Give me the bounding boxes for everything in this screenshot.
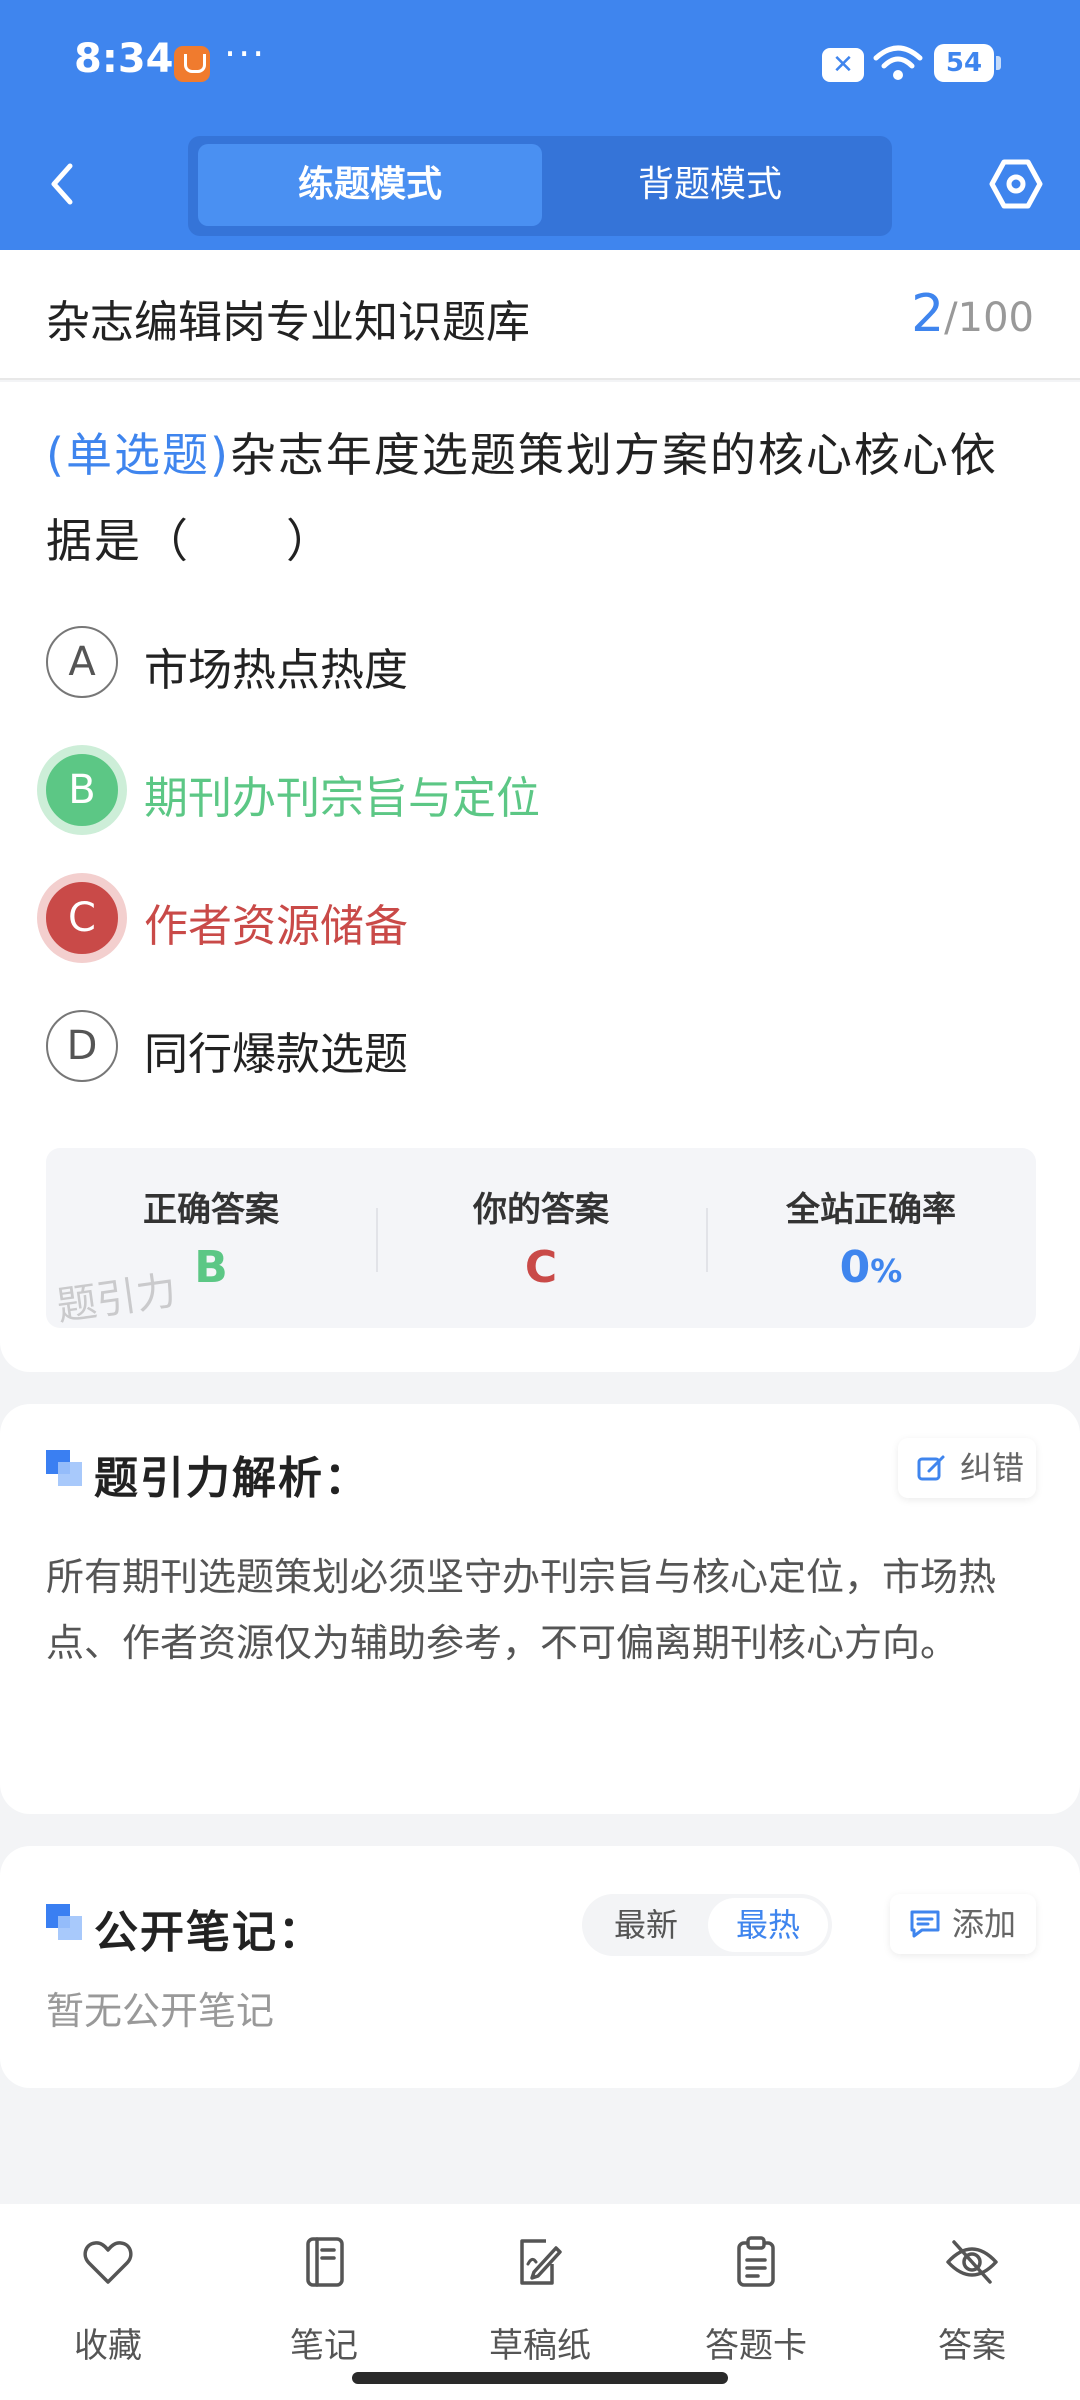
add-note-label: 添加 bbox=[952, 1905, 1017, 1943]
back-arrow-icon[interactable] bbox=[36, 156, 92, 212]
notes-empty-state: 暂无公开笔记 bbox=[46, 1989, 275, 2033]
heart-icon bbox=[83, 2241, 133, 2284]
option-a[interactable]: A 市场热点热度 bbox=[46, 626, 1026, 702]
status-bar: 8:34 ··· ✕ 54 bbox=[0, 0, 1080, 125]
option-letter: A bbox=[46, 626, 118, 698]
analysis-card: 题引力解析： 纠错 所有期刊选题策划必须坚守办刊宗旨与核心定位，市场热点、作者资… bbox=[0, 1404, 1080, 1814]
notes-title: 公开笔记： bbox=[94, 1907, 324, 1958]
accuracy-value: 0% bbox=[706, 1242, 1036, 1293]
nav-answer-sheet-label: 答题卡 bbox=[705, 2326, 807, 2366]
question-progress[interactable]: 2/100 bbox=[911, 284, 1034, 344]
option-letter: C bbox=[46, 882, 118, 954]
correct-answer-label: 正确答案 bbox=[143, 1190, 279, 1230]
app-header: 8:34 ··· ✕ 54 练题模式 背题模式 bbox=[0, 0, 1080, 250]
home-indicator[interactable] bbox=[352, 2372, 728, 2384]
question-type: (单选题) bbox=[46, 428, 230, 482]
bottom-toolbar: 收藏 笔记 草稿纸 答题卡 答案 bbox=[0, 2204, 1080, 2400]
draft-icon bbox=[520, 2239, 562, 2285]
tab-memorize-mode[interactable]: 背题模式 bbox=[538, 144, 882, 226]
edit-icon bbox=[917, 1455, 945, 1481]
notebook-icon bbox=[306, 2237, 344, 2287]
option-text: 期刊办刊宗旨与定位 bbox=[144, 773, 540, 824]
current-question-number: 2 bbox=[911, 284, 945, 344]
option-b[interactable]: B 期刊办刊宗旨与定位 bbox=[46, 754, 1026, 830]
taobao-notification-icon bbox=[174, 46, 210, 82]
status-time: 8:34 bbox=[74, 36, 174, 82]
correct-answer-value: B bbox=[194, 1242, 228, 1293]
report-error-button[interactable]: 纠错 bbox=[898, 1438, 1036, 1498]
accuracy-label: 全站正确率 bbox=[786, 1190, 956, 1230]
section-squares-icon bbox=[46, 1450, 82, 1486]
comment-icon bbox=[910, 1910, 940, 1938]
option-d[interactable]: D 同行爆款选题 bbox=[46, 1010, 1026, 1086]
question-stem: (单选题)杂志年度选题策划方案的核心核心依据是（ ） bbox=[46, 412, 1036, 584]
sim-blocked-icon: ✕ bbox=[822, 48, 864, 82]
section-squares-icon bbox=[46, 1904, 82, 1940]
nav-draft-paper[interactable]: 草稿纸 bbox=[432, 2226, 648, 2366]
question-card: (单选题)杂志年度选题策划方案的核心核心依据是（ ） A 市场热点热度 B 期刊… bbox=[0, 382, 1080, 1372]
nav-notes-label: 笔记 bbox=[290, 2326, 358, 2366]
accuracy-number: 0 bbox=[839, 1242, 871, 1293]
nav-answer-sheet[interactable]: 答题卡 bbox=[648, 2226, 864, 2366]
settings-hexagon-icon[interactable] bbox=[988, 156, 1044, 212]
option-letter: D bbox=[46, 1010, 118, 1082]
total-questions: /100 bbox=[944, 295, 1034, 341]
battery-icon: 54 bbox=[934, 44, 1001, 82]
eye-off-icon bbox=[946, 2240, 998, 2284]
clipboard-icon bbox=[737, 2236, 775, 2287]
your-answer-value: C bbox=[524, 1242, 558, 1293]
your-answer-col: 你的答案 C bbox=[376, 1148, 706, 1328]
notes-sort-toggle: 最新 最热 bbox=[582, 1894, 832, 1956]
accuracy-unit: % bbox=[870, 1252, 903, 1290]
mode-switch: 练题模式 背题模式 bbox=[188, 136, 892, 236]
option-text: 同行爆款选题 bbox=[144, 1029, 408, 1080]
nav-answer[interactable]: 答案 bbox=[864, 2226, 1080, 2366]
wifi-icon bbox=[873, 45, 923, 80]
nav-favorite[interactable]: 收藏 bbox=[0, 2226, 216, 2366]
sort-hottest[interactable]: 最热 bbox=[708, 1898, 828, 1952]
public-notes-card: 公开笔记： 最新 最热 添加 暂无公开笔记 bbox=[0, 1846, 1080, 2088]
sort-latest[interactable]: 最新 bbox=[586, 1898, 706, 1952]
option-text: 市场热点热度 bbox=[144, 645, 408, 696]
correct-answer-col: 正确答案 B bbox=[46, 1148, 376, 1328]
option-c[interactable]: C 作者资源储备 bbox=[46, 882, 1026, 958]
answer-summary: 正确答案 B 你的答案 C 全站正确率 0% 题引力 bbox=[46, 1148, 1036, 1328]
more-notifications-icon: ··· bbox=[224, 32, 267, 76]
accuracy-col: 全站正确率 0% bbox=[706, 1148, 1036, 1328]
nav-answer-label: 答案 bbox=[938, 2326, 1006, 2366]
analysis-title: 题引力解析： bbox=[94, 1453, 370, 1504]
option-text: 作者资源储备 bbox=[144, 901, 408, 952]
tab-practice-mode[interactable]: 练题模式 bbox=[198, 144, 542, 226]
report-error-label: 纠错 bbox=[960, 1449, 1025, 1487]
add-note-button[interactable]: 添加 bbox=[890, 1894, 1036, 1954]
option-letter: B bbox=[46, 754, 118, 826]
bank-title: 杂志编辑岗专业知识题库 bbox=[46, 297, 530, 348]
analysis-text: 所有期刊选题策划必须坚守办刊宗旨与核心定位，市场热点、作者资源仅为辅助参考，不可… bbox=[46, 1555, 997, 1665]
your-answer-label: 你的答案 bbox=[473, 1190, 609, 1230]
nav-favorite-label: 收藏 bbox=[74, 2326, 142, 2366]
question-bank-bar: 杂志编辑岗专业知识题库 2/100 bbox=[0, 250, 1080, 380]
nav-draft-paper-label: 草稿纸 bbox=[489, 2326, 591, 2366]
nav-notes[interactable]: 笔记 bbox=[216, 2226, 432, 2366]
